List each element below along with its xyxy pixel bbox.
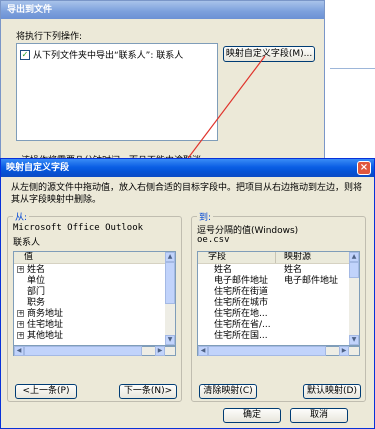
values-column-header[interactable]: 值 xyxy=(14,252,165,264)
target-field-row[interactable]: 住宅所在城市 xyxy=(198,298,348,309)
target-header: 字段 映射源 xyxy=(198,252,349,264)
from-folder: 联系人 xyxy=(13,238,41,248)
source-value-label: 住宅地址 xyxy=(27,320,64,330)
target-mapped-source: 姓名 xyxy=(284,265,303,275)
target-field-name: 电子邮件地址 xyxy=(214,276,269,286)
target-field-name: 住宅所在国... xyxy=(214,331,268,341)
source-hscrollbar[interactable]: ◀ ▶ xyxy=(13,346,176,356)
target-field-row[interactable]: 住宅所在国... xyxy=(198,331,348,342)
source-value-item[interactable]: 职务 xyxy=(17,298,63,309)
expand-icon[interactable]: + xyxy=(17,310,24,317)
from-label: 从: xyxy=(13,210,30,223)
source-value-item[interactable]: 单位 xyxy=(17,276,63,287)
target-field-row[interactable]: 住宅所在地... xyxy=(198,309,348,320)
to-label: 到: xyxy=(197,210,214,223)
target-field-name: 住宅所在省/... xyxy=(214,320,271,330)
expand-icon[interactable]: + xyxy=(17,332,24,339)
map-dialog-title: 映射自定义字段 xyxy=(1,159,374,177)
source-values-list[interactable]: 值 + 姓名 单位 部门 职务 + 商务地址 + 住宅地址 + 其他地址 ▲ ▼ xyxy=(13,251,176,346)
scroll-left-icon[interactable]: ◀ xyxy=(14,346,24,356)
target-field-name: 住宅所在地... xyxy=(214,309,268,319)
next-button[interactable]: 下一条(N)> xyxy=(119,384,177,399)
hscroll-thumb[interactable] xyxy=(208,346,326,356)
clear-mapping-button[interactable]: 清除映射(C) xyxy=(199,384,257,399)
source-value-item[interactable]: + 商务地址 xyxy=(17,309,63,320)
mapped-column-header[interactable]: 映射源 xyxy=(284,252,311,263)
target-mapped-source: 电子邮件地址 xyxy=(284,276,339,286)
scroll-up-icon[interactable]: ▲ xyxy=(349,252,359,262)
ok-button[interactable]: 确定 xyxy=(223,408,281,423)
target-field-name: 住宅所在城市 xyxy=(214,298,269,308)
scroll-right-icon[interactable]: ▶ xyxy=(339,346,349,356)
prev-button[interactable]: <上一条(P) xyxy=(15,384,77,399)
expand-icon[interactable]: + xyxy=(17,266,24,273)
field-column-header[interactable]: 字段 xyxy=(208,252,226,263)
scroll-up-icon[interactable]: ▲ xyxy=(165,252,175,262)
target-field-row[interactable]: 住宅所在省/... xyxy=(198,320,348,331)
cancel-button[interactable]: 取消 xyxy=(290,408,348,423)
target-fields-rows: 姓名 姓名 电子邮件地址 电子邮件地址 住宅所在街道 住宅所在城市 住宅所在地... 住宅所在… xyxy=(198,265,348,342)
expand-icon[interactable]: + xyxy=(17,321,24,328)
map-instructions: 从左侧的源文件中拖动值，放入右侧合适的目标字段中。把项目从右边拖动到左边，则将其… xyxy=(11,183,363,205)
close-icon[interactable]: × xyxy=(357,161,371,175)
source-value-label: 姓名 xyxy=(27,265,46,275)
column-divider[interactable] xyxy=(275,252,276,263)
source-value-item[interactable]: + 住宅地址 xyxy=(17,320,63,331)
target-scrollbar[interactable]: ▲ ▼ xyxy=(349,252,359,345)
scroll-down-icon[interactable]: ▼ xyxy=(165,335,175,345)
scroll-thumb[interactable] xyxy=(349,262,359,278)
source-value-item[interactable]: + 其他地址 xyxy=(17,331,63,342)
target-field-row[interactable]: 姓名 姓名 xyxy=(198,265,348,276)
scroll-left-icon[interactable]: ◀ xyxy=(198,346,208,356)
target-fields-list[interactable]: 字段 映射源 姓名 姓名 电子邮件地址 电子邮件地址 住宅所在街道 住宅所在城市 住宅所在地… xyxy=(197,251,360,346)
from-source: Microsoft Office Outlook xyxy=(13,223,144,233)
default-mapping-button[interactable]: 默认映射(D) xyxy=(303,384,361,399)
scroll-down-icon[interactable]: ▼ xyxy=(349,335,359,345)
source-value-label: 商务地址 xyxy=(27,309,64,319)
source-values-rows: + 姓名 单位 部门 职务 + 商务地址 + 住宅地址 + 其他地址 xyxy=(17,265,63,342)
target-field-name: 姓名 xyxy=(214,265,233,275)
scroll-thumb[interactable] xyxy=(165,262,175,304)
source-scrollbar[interactable]: ▲ ▼ xyxy=(165,252,175,345)
map-fields-dialog: 映射自定义字段 × 从左侧的源文件中拖动值，放入右侧合适的目标字段中。把项目从右… xyxy=(0,158,375,429)
hscroll-thumb[interactable] xyxy=(24,346,142,356)
source-value-label: 职务 xyxy=(27,298,46,308)
to-file: oe.csv xyxy=(197,235,230,245)
source-value-item[interactable]: 部门 xyxy=(17,287,63,298)
target-field-row[interactable]: 住宅所在街道 xyxy=(198,287,348,298)
source-value-label: 部门 xyxy=(27,287,46,297)
target-field-row[interactable]: 电子邮件地址 电子邮件地址 xyxy=(198,276,348,287)
source-value-label: 单位 xyxy=(27,276,46,286)
scroll-right-icon[interactable]: ▶ xyxy=(155,346,165,356)
source-value-label: 其他地址 xyxy=(27,331,64,341)
target-field-name: 住宅所在街道 xyxy=(214,287,269,297)
source-value-item[interactable]: + 姓名 xyxy=(17,265,63,276)
target-hscrollbar[interactable]: ◀ ▶ xyxy=(197,346,360,356)
